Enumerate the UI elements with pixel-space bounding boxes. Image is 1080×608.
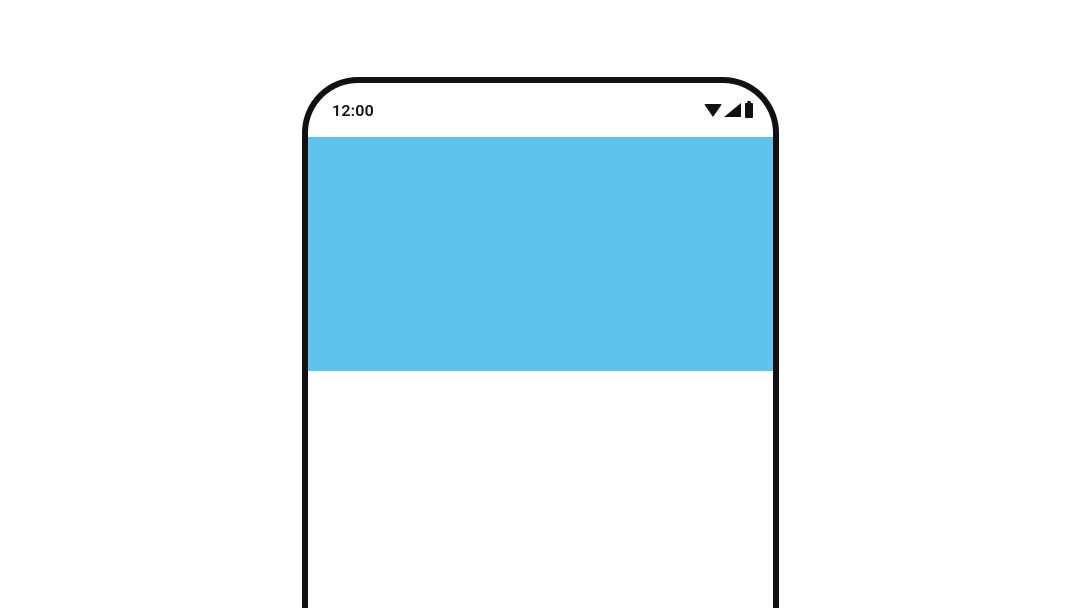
- canvas: 12:00: [0, 0, 1080, 608]
- phone-frame: 12:00: [302, 77, 779, 608]
- cell-signal-icon: [724, 103, 741, 117]
- status-time: 12:00: [332, 101, 374, 120]
- hero-block: [308, 137, 773, 371]
- battery-icon: [745, 103, 753, 118]
- status-icons: [704, 103, 753, 118]
- wifi-icon: [704, 104, 722, 117]
- status-bar: 12:00: [308, 83, 773, 137]
